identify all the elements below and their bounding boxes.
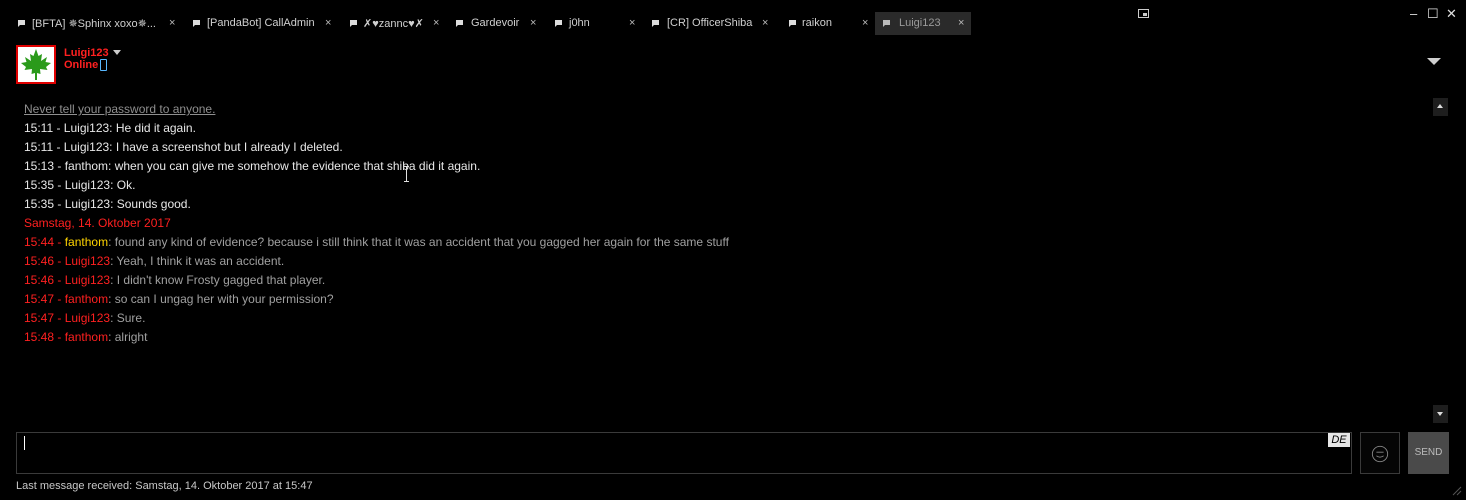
message-text: : I didn't know Frosty gagged that playe… — [110, 273, 326, 287]
tab-close-icon[interactable]: × — [629, 17, 635, 29]
minimize-button[interactable]: – — [1410, 6, 1417, 21]
tab-label: j0hn — [569, 17, 590, 29]
language-badge[interactable]: DE — [1328, 433, 1350, 447]
message-time: 15:48 - — [24, 330, 65, 344]
resize-grip-icon[interactable] — [1452, 486, 1462, 496]
tab-close-icon[interactable]: × — [762, 17, 768, 29]
chat-message: 15:46 - Luigi123: I didn't know Frosty g… — [24, 273, 1414, 292]
message-text: : Sure. — [110, 311, 146, 325]
message-time: 15:47 - — [24, 311, 65, 325]
tab-label: raikon — [802, 17, 832, 29]
chat-message: 15:47 - fanthom: so can I ungag her with… — [24, 292, 1414, 311]
tab-close-icon[interactable]: × — [325, 17, 331, 29]
chat-icon — [18, 20, 25, 27]
text-cursor-icon — [404, 166, 409, 182]
chat-message: 15:44 - fanthom: found any kind of evide… — [24, 235, 1414, 254]
avatar[interactable] — [16, 45, 56, 84]
chat-icon — [193, 20, 200, 27]
smiley-icon — [1371, 445, 1389, 463]
maximize-button[interactable]: ☐ — [1427, 6, 1439, 22]
chat-icon — [652, 20, 659, 27]
chat-icon — [555, 20, 562, 27]
tab-officershiba[interactable]: [CR] OfficerShiba × — [647, 12, 784, 35]
chat-line: 15:35 - Luigi123: Sounds good. — [24, 197, 191, 211]
tab-label: Gardevoir — [471, 17, 520, 29]
message-text: : alright — [108, 330, 148, 344]
message-text: : Yeah, I think it was an accident. — [110, 254, 285, 268]
chevron-down-icon[interactable] — [113, 50, 121, 55]
collapse-arrow-icon[interactable] — [1427, 58, 1441, 65]
message-sender: fanthom — [64, 235, 109, 249]
chat-line: 15:35 - Luigi123: Ok. — [24, 178, 136, 192]
chat-icon — [883, 20, 890, 27]
message-time: 15:46 - — [24, 254, 65, 268]
tab-luigi123[interactable]: Luigi123 × — [875, 12, 971, 35]
close-window-button[interactable]: ✕ — [1446, 6, 1457, 22]
chat-icon — [456, 20, 463, 27]
tab-close-icon[interactable]: × — [433, 17, 439, 29]
message-text: : so can I ungag her with your permissio… — [108, 292, 334, 306]
chat-line: 15:11 - Luigi123: I have a screenshot bu… — [24, 140, 343, 154]
scroll-up-button[interactable] — [1433, 98, 1448, 116]
tab-close-icon[interactable]: × — [530, 17, 536, 29]
message-sender: Luigi123 — [64, 311, 111, 325]
mobile-phone-icon — [100, 59, 107, 71]
scroll-down-button[interactable] — [1433, 405, 1448, 423]
tab-sphinx[interactable]: [BFTA] ✵Sphinx xoxo✵... × — [0, 12, 186, 35]
date-separator: Samstag, 14. Oktober 2017 — [24, 216, 171, 230]
message-sender: Luigi123 — [64, 273, 111, 287]
send-button[interactable]: SEND — [1408, 432, 1449, 474]
tab-pandabot[interactable]: [PandaBot] CallAdmin × — [186, 12, 339, 35]
chat-line: 15:11 - Luigi123: He did it again. — [24, 121, 196, 135]
message-sender: fanthom — [64, 330, 109, 344]
chat-message: 15:46 - Luigi123: Yeah, I think it was a… — [24, 254, 1414, 273]
message-sender: Luigi123 — [64, 254, 111, 268]
security-notice[interactable]: Never tell your password to anyone. — [24, 102, 1414, 121]
chat-line: 15:13 - fanthom: when you can give me so… — [24, 159, 481, 173]
message-time: 15:46 - — [24, 273, 65, 287]
chat-message: 15:48 - fanthom: alright — [24, 330, 1414, 349]
chat-message: 15:47 - Luigi123: Sure. — [24, 311, 1414, 330]
input-caret — [24, 436, 25, 450]
tab-label: [BFTA] ✵Sphinx xoxo✵... — [32, 18, 156, 30]
tab-close-icon[interactable]: × — [169, 17, 175, 29]
tab-label: ✗♥zannc♥✗ — [363, 18, 424, 30]
tab-j0hn[interactable]: j0hn × — [549, 12, 647, 35]
tab-close-icon[interactable]: × — [862, 17, 868, 29]
tab-label: [PandaBot] CallAdmin — [207, 17, 315, 29]
tab-label: [CR] OfficerShiba — [667, 17, 753, 29]
message-input[interactable] — [16, 432, 1352, 474]
tab-zannc[interactable]: ✗♥zannc♥✗ × — [339, 12, 448, 35]
tab-gardevoir[interactable]: Gardevoir × — [448, 12, 549, 35]
message-sender: fanthom — [64, 292, 109, 306]
emoji-button[interactable] — [1360, 432, 1400, 474]
popout-icon[interactable] — [1138, 9, 1149, 18]
maple-leaf-icon — [21, 49, 51, 80]
contact-name[interactable]: Luigi123 — [64, 47, 109, 59]
message-time: 15:44 - — [24, 235, 65, 249]
tab-close-icon[interactable]: × — [958, 17, 964, 29]
chat-log: Never tell your password to anyone. 15:1… — [24, 102, 1414, 349]
chat-icon — [350, 20, 357, 27]
status-text: Online — [64, 59, 99, 71]
tab-raikon[interactable]: raikon × — [784, 12, 875, 35]
tab-bar: [BFTA] ✵Sphinx xoxo✵... × [PandaBot] Cal… — [0, 12, 1000, 35]
message-time: 15:47 - — [24, 292, 65, 306]
chat-icon — [789, 20, 796, 27]
last-message-status: Last message received: Samstag, 14. Okto… — [16, 480, 313, 492]
tab-label: Luigi123 — [899, 17, 941, 29]
message-text: : found any kind of evidence? because i … — [108, 235, 729, 249]
